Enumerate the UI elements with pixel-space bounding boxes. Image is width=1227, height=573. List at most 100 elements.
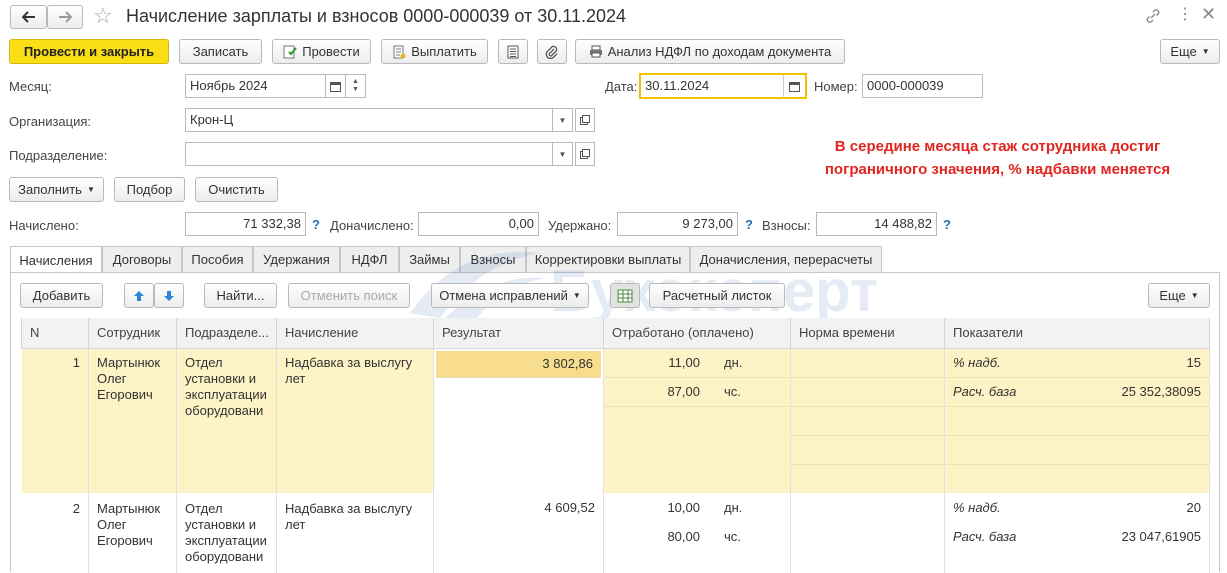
- dropdown-arrow-icon: ▼: [1201, 47, 1210, 56]
- worked-unit: дн.: [724, 500, 743, 515]
- tab-recalculations[interactable]: Доначисления, перерасчеты: [690, 246, 882, 272]
- forward-button[interactable]: [47, 5, 83, 29]
- tab-deductions[interactable]: Удержания: [253, 246, 340, 272]
- tab-payment-corrections[interactable]: Корректировки выплаты: [526, 246, 690, 272]
- column-header-employee[interactable]: Сотрудник: [88, 318, 177, 349]
- department-dropdown-button[interactable]: ▼: [553, 142, 573, 166]
- arrow-down-icon: [164, 290, 174, 301]
- number-field[interactable]: 0000-000039: [862, 74, 983, 98]
- attach-button[interactable]: [537, 39, 567, 64]
- tab-accruals[interactable]: Начисления: [10, 246, 102, 273]
- organization-open-button[interactable]: [575, 108, 595, 132]
- post-and-close-button[interactable]: Провести и закрыть: [9, 39, 169, 64]
- month-field[interactable]: Ноябрь 2024: [185, 74, 326, 98]
- cancel-fixes-label: Отмена исправлений: [439, 288, 568, 303]
- move-up-button[interactable]: [124, 283, 154, 308]
- more-button[interactable]: Еще ▼: [1160, 39, 1220, 64]
- move-down-button[interactable]: [154, 283, 184, 308]
- extra-accrued-label: Доначислено:: [330, 218, 414, 233]
- row-department: Отдел установки и эксплуатации оборудова…: [185, 354, 267, 418]
- table-row[interactable]: 1 Мартынюк Олег Егорович Отдел установки…: [21, 348, 1210, 493]
- select-button[interactable]: Подбор: [114, 177, 185, 202]
- column-header-worked[interactable]: Отработано (оплачено): [603, 318, 791, 349]
- dropdown-arrow-icon: ▼: [558, 149, 567, 159]
- cancel-search-button[interactable]: Отменить поиск: [288, 283, 410, 308]
- stepper-up-icon: ▲: [352, 78, 359, 85]
- printer-icon: [589, 45, 602, 58]
- more-button-label: Еще: [1170, 44, 1197, 59]
- find-button[interactable]: Найти...: [204, 283, 277, 308]
- month-stepper[interactable]: ▲ ▼: [346, 74, 366, 98]
- clear-button[interactable]: Очистить: [195, 177, 278, 202]
- month-calendar-button[interactable]: [326, 74, 346, 98]
- organization-dropdown-button[interactable]: ▼: [553, 108, 573, 132]
- report-button[interactable]: [498, 39, 528, 64]
- date-label: Дата:: [605, 79, 638, 94]
- table-row[interactable]: 2 Мартынюк Олег Егорович Отдел установки…: [21, 493, 1210, 573]
- indicator-value: 15: [1186, 355, 1201, 370]
- tab-benefits[interactable]: Пособия: [182, 246, 253, 272]
- withheld-label: Удержано:: [548, 218, 612, 233]
- tab-contributions[interactable]: Взносы: [460, 246, 526, 272]
- menu-dots-icon[interactable]: ⋮: [1177, 7, 1193, 23]
- back-button[interactable]: [10, 5, 47, 29]
- ndfl-analysis-label: Анализ НДФЛ по доходам документа: [607, 44, 832, 59]
- row-employee: Мартынюк Олег Егорович: [97, 501, 161, 548]
- arrow-right-icon: [59, 11, 72, 23]
- pay-button[interactable]: Выплатить: [381, 39, 488, 64]
- indicator-name: Расч. база: [953, 384, 1017, 399]
- row-number: 1: [72, 354, 80, 370]
- add-row-button[interactable]: Добавить: [20, 283, 103, 308]
- contributions-help-icon[interactable]: ?: [943, 217, 951, 232]
- withheld-field: 9 273,00: [617, 212, 738, 236]
- payslip-button[interactable]: Расчетный листок: [649, 283, 785, 308]
- post-button-label: Провести: [302, 44, 360, 59]
- link-icon[interactable]: [1145, 8, 1161, 27]
- pay-document-icon: [393, 45, 406, 58]
- grid-settings-button[interactable]: [610, 283, 640, 308]
- pay-button-label: Выплатить: [411, 44, 477, 59]
- worked-value: 80,00: [667, 529, 700, 544]
- row-result: 3 802,86: [542, 356, 593, 371]
- save-button[interactable]: Записать: [179, 39, 262, 64]
- column-header-accrual[interactable]: Начисление: [276, 318, 434, 349]
- worked-unit: чс.: [724, 384, 741, 399]
- column-header-time-norm[interactable]: Норма времени: [790, 318, 945, 349]
- grid-more-button[interactable]: Еще ▼: [1148, 283, 1210, 308]
- date-calendar-button[interactable]: [783, 73, 807, 99]
- column-header-result[interactable]: Результат: [433, 318, 604, 349]
- column-header-department[interactable]: Подразделе...: [176, 318, 277, 349]
- withheld-help-icon[interactable]: ?: [745, 217, 753, 232]
- department-open-button[interactable]: [575, 142, 595, 166]
- indicator-name: % надб.: [953, 355, 1001, 370]
- accrued-help-icon[interactable]: ?: [312, 217, 320, 232]
- window-title: Начисление зарплаты и взносов 0000-00003…: [126, 6, 627, 26]
- department-field[interactable]: [185, 142, 553, 166]
- tab-contracts[interactable]: Договоры: [102, 246, 182, 272]
- favorite-star-icon[interactable]: ☆: [93, 5, 113, 27]
- tab-loans[interactable]: Займы: [399, 246, 460, 272]
- organization-label: Организация:: [9, 114, 92, 129]
- annotation-note: В середине месяца стаж сотрудника достиг…: [824, 138, 1171, 178]
- organization-field[interactable]: Крон-Ц: [185, 108, 553, 132]
- column-header-indicators[interactable]: Показатели: [944, 318, 1210, 349]
- calendar-icon: [789, 81, 800, 92]
- indicator-value: 25 352,38095: [1121, 384, 1201, 399]
- column-header-n[interactable]: N: [21, 318, 89, 349]
- extra-accrued-field: 0,00: [418, 212, 539, 236]
- indicator-value: 23 047,61905: [1121, 529, 1201, 544]
- paperclip-icon: [545, 45, 558, 59]
- tab-ndfl[interactable]: НДФЛ: [340, 246, 399, 272]
- fill-button[interactable]: Заполнить ▼: [9, 177, 104, 202]
- calendar-icon: [330, 81, 341, 92]
- row-result-cell[interactable]: 3 802,86: [436, 350, 601, 378]
- date-field[interactable]: 30.11.2024: [639, 73, 783, 99]
- grid-table-icon: [617, 289, 633, 302]
- ndfl-analysis-button[interactable]: Анализ НДФЛ по доходам документа: [575, 39, 845, 64]
- row-accrual: Надбавка за выслугу лет: [285, 354, 413, 386]
- dropdown-arrow-icon: ▼: [572, 291, 581, 300]
- post-button[interactable]: Провести: [272, 39, 371, 64]
- cancel-fixes-button[interactable]: Отмена исправлений ▼: [431, 283, 589, 308]
- number-label: Номер:: [814, 79, 858, 94]
- close-icon[interactable]: ✕: [1201, 4, 1216, 25]
